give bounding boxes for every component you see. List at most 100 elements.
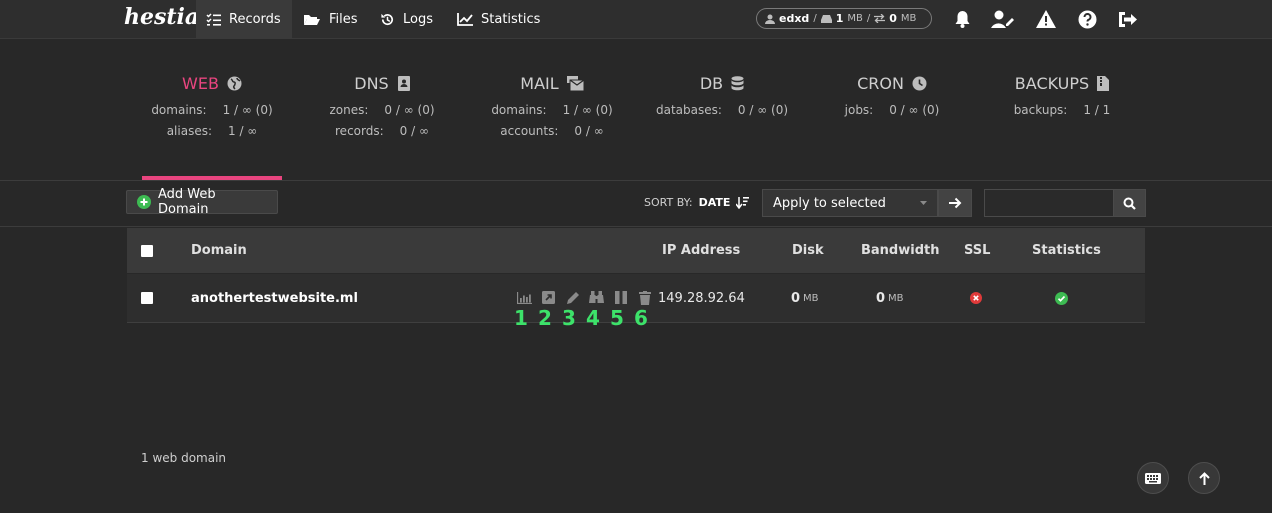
annotation-number: 6 (634, 306, 648, 330)
stat-label: zones: (329, 103, 369, 117)
nav-records[interactable]: Records (196, 0, 292, 38)
stat-value: 1 / ∞ (0) (562, 103, 613, 117)
col-ip-address: IP Address (662, 243, 741, 258)
annotation-number: 2 (538, 306, 552, 330)
row-checkbox[interactable] (141, 292, 153, 304)
stat-dns[interactable]: DNS zones: 0 / ∞ (0) records: 0 / ∞ (302, 72, 462, 139)
bulk-action-value: Apply to selected (773, 195, 886, 211)
chart-line-icon (457, 12, 473, 26)
stat-cron-title: CRON (857, 73, 904, 93)
sort-control[interactable]: SORT BY: DATE (644, 196, 750, 209)
user-edit-icon[interactable] (990, 9, 1016, 29)
row-actions (517, 290, 652, 305)
logout-icon[interactable] (1117, 9, 1137, 29)
divider (0, 226, 1272, 227)
col-disk: Disk (792, 243, 824, 258)
annotation-number: 5 (610, 306, 624, 330)
top-navbar: hestia Records Files Logs Statistics edx… (0, 0, 1272, 39)
search-input[interactable] (984, 189, 1114, 217)
action-annotation-numbers: 1 2 3 4 5 6 (514, 306, 658, 330)
stat-db-title: DB (699, 73, 724, 93)
nav-logs[interactable]: Logs (370, 0, 446, 38)
folder-open-icon (303, 13, 321, 26)
user-usage-pill[interactable]: edxd / 1 MB / 0 MB (756, 8, 932, 29)
globe-icon (227, 76, 242, 91)
select-all-checkbox[interactable] (141, 244, 153, 257)
stats-enabled-check-circle-icon (1055, 291, 1068, 305)
open-external-icon[interactable] (541, 290, 556, 305)
sort-value: DATE (698, 196, 731, 209)
notifications-bell-icon[interactable] (952, 9, 972, 29)
col-ssl: SSL (964, 243, 991, 258)
view-stats-icon[interactable] (517, 290, 532, 305)
suspend-pause-icon[interactable] (613, 290, 628, 305)
ssl-status (970, 274, 982, 322)
help-question-icon[interactable] (1077, 9, 1097, 29)
stat-mail-title: MAIL (520, 73, 559, 93)
stat-dns-title: DNS (354, 73, 389, 93)
address-book-icon (397, 75, 410, 91)
select-all-cell (141, 228, 153, 273)
ip-address: 149.28.92.64 (658, 290, 745, 306)
delete-trash-icon[interactable] (637, 290, 652, 305)
stat-web-title: WEB (182, 73, 219, 93)
disk-usage: 0 MB (791, 274, 819, 322)
add-web-domain-label: Add Web Domain (158, 187, 216, 217)
stat-backups[interactable]: BACKUPS backups: 1 / 1 (982, 72, 1142, 118)
nav-statistics[interactable]: Statistics (447, 0, 547, 38)
stat-value: 0 / ∞ (574, 124, 604, 138)
domain-name-link[interactable]: anothertestwebsite.ml (191, 274, 358, 322)
username: edxd (779, 12, 810, 25)
user-icon (765, 14, 775, 24)
nav-files-label: Files (329, 11, 358, 27)
sort-desc-icon (736, 196, 750, 209)
bandwidth-unit: MB (900, 13, 917, 24)
keyboard-icon (1145, 472, 1161, 484)
divider (0, 180, 1272, 181)
disk-used: 1 (835, 12, 844, 25)
stat-mail[interactable]: MAIL domains: 1 / ∞ (0) accounts: 0 / ∞ (472, 72, 632, 139)
apply-bulk-button[interactable] (938, 189, 972, 217)
stat-label: databases: (655, 103, 722, 117)
bandwidth-unit: MB (888, 292, 904, 304)
nav-files[interactable]: Files (293, 0, 369, 38)
hestia-logo[interactable]: hestia (124, 4, 199, 30)
stat-db[interactable]: DB databases: 0 / ∞ (0) (642, 72, 802, 118)
annotation-number: 3 (562, 306, 576, 330)
disk-unit: MB (803, 292, 819, 304)
keyboard-shortcuts-button[interactable] (1137, 462, 1169, 494)
caret-down-icon (920, 201, 927, 205)
stat-label: aliases: (166, 124, 212, 138)
edit-pencil-icon[interactable] (565, 290, 580, 305)
stat-value: 0 / ∞ (0) (384, 103, 435, 117)
stat-value: 0 / ∞ (0) (889, 103, 940, 117)
annotation-number: 1 (514, 306, 528, 330)
disk-unit: MB (847, 13, 863, 24)
arrow-up-icon (1198, 471, 1210, 485)
domain-count: 1 web domain (141, 451, 227, 465)
stat-cron[interactable]: CRON jobs: 0 / ∞ (0) (812, 72, 972, 118)
stat-backups-title: BACKUPS (1014, 73, 1090, 93)
col-statistics: Statistics (1032, 243, 1101, 258)
scroll-to-top-button[interactable] (1188, 462, 1220, 494)
binoculars-icon[interactable] (589, 290, 604, 305)
database-icon (731, 75, 744, 91)
table-header: Domain IP Address Disk Bandwidth SSL Sta… (127, 228, 1145, 273)
warning-triangle-icon[interactable] (1036, 9, 1056, 29)
bandwidth-usage: 0 MB (876, 274, 904, 322)
nav-records-label: Records (229, 11, 281, 27)
search-icon (1123, 197, 1136, 210)
stat-value: 0 / ∞ (0) (737, 103, 789, 117)
stat-web[interactable]: WEB domains: 1 / ∞ (0) aliases: 1 / ∞ (132, 72, 292, 139)
hdd-icon (820, 14, 832, 23)
add-web-domain-button[interactable]: Add Web Domain (126, 187, 278, 217)
clock-icon (912, 76, 927, 91)
stat-label: records: (335, 124, 384, 138)
search-button[interactable] (1113, 189, 1146, 217)
disk-value: 0 (791, 290, 801, 306)
exchange-icon (874, 14, 886, 23)
stat-value: 0 / ∞ (399, 124, 429, 138)
bulk-action-select[interactable]: Apply to selected (762, 189, 938, 217)
arrow-right-icon (948, 197, 962, 209)
stat-label: accounts: (500, 124, 559, 138)
